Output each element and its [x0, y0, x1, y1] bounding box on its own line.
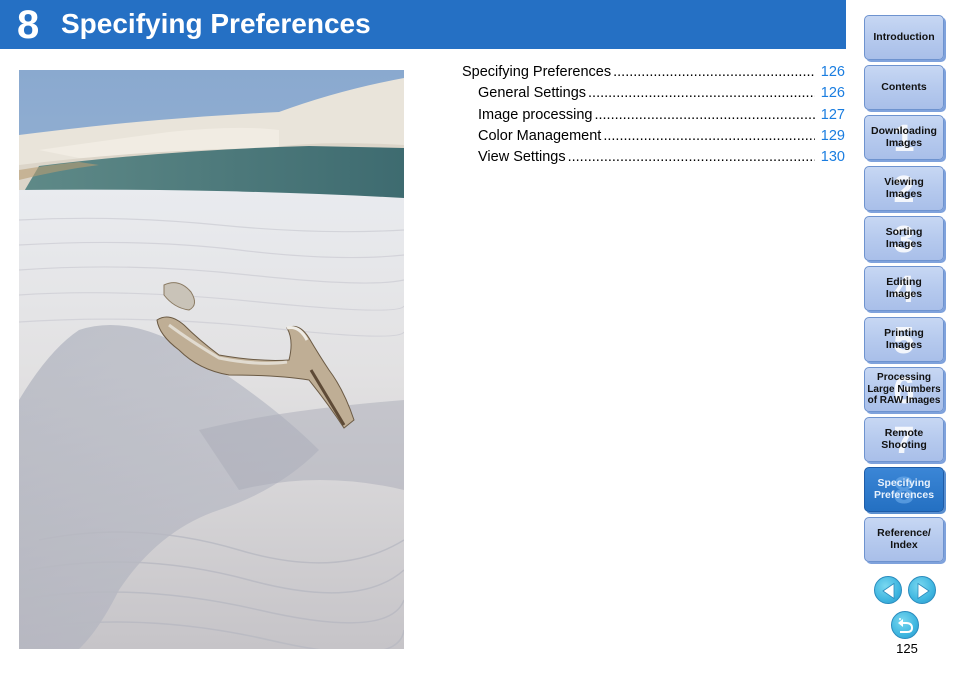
toc-leader — [594, 107, 814, 123]
toc-label: General Settings — [478, 85, 587, 102]
toc-page-link[interactable]: 127 — [821, 107, 845, 123]
toc-page-link[interactable]: 126 — [821, 85, 845, 101]
nav-label: Introduction — [873, 30, 935, 43]
toc-entry[interactable]: Specifying Preferences 126 — [462, 64, 845, 85]
toc-leader — [588, 85, 815, 101]
chapter-title: Specifying Preferences — [61, 8, 371, 39]
nav-label: Printing Images — [884, 327, 924, 351]
toc-leader — [603, 128, 814, 144]
toc-entry[interactable]: View Settings 130 — [462, 149, 845, 170]
toc-entry[interactable]: General Settings 126 — [462, 85, 845, 106]
chapter-header: 8 Specifying Preferences — [0, 0, 846, 49]
toc-label: Color Management — [478, 127, 602, 144]
nav-label: Sorting Images — [885, 226, 923, 250]
arrow-left-icon — [882, 582, 895, 600]
toc-label: View Settings — [478, 149, 566, 166]
toc-entry[interactable]: Image processing 127 — [462, 107, 845, 128]
toc-page-link[interactable]: 130 — [821, 149, 845, 165]
nav-label: Reference/ Index — [877, 527, 931, 551]
nav-specifying-preferences[interactable]: 8 Specifying Preferences — [864, 467, 944, 512]
nav-viewing-images[interactable]: 2 Viewing Images — [864, 166, 944, 211]
nav-introduction[interactable]: Introduction — [864, 15, 944, 60]
nav-label: Viewing Images — [884, 176, 924, 200]
nav-reference-index[interactable]: Reference/ Index — [864, 517, 944, 562]
toc-leader — [568, 149, 815, 165]
nav-label: Downloading Images — [871, 125, 937, 149]
toc-page-link[interactable]: 129 — [821, 128, 845, 144]
nav-processing-raw-images[interactable]: 6 Processing Large Numbers of RAW Images — [864, 367, 944, 412]
return-button[interactable] — [891, 611, 919, 639]
toc-label: Specifying Preferences — [462, 64, 612, 80]
nav-label: Remote Shooting — [881, 427, 927, 451]
toc-label: Image processing — [478, 106, 593, 123]
page-number: 125 — [896, 641, 918, 656]
nav-label: Contents — [881, 80, 927, 93]
toc-entry[interactable]: Color Management 129 — [462, 128, 845, 149]
nav-editing-images[interactable]: 4 Editing Images — [864, 266, 944, 311]
dune-driftwood-image — [19, 70, 404, 649]
nav-downloading-images[interactable]: 1 Downloading Images — [864, 115, 944, 160]
nav-sorting-images[interactable]: 3 Sorting Images — [864, 216, 944, 261]
next-page-button[interactable] — [908, 576, 936, 604]
previous-page-button[interactable] — [874, 576, 902, 604]
chapter-number: 8 — [17, 3, 40, 47]
table-of-contents: Specifying Preferences 126 General Setti… — [462, 64, 845, 170]
return-icon — [898, 618, 914, 633]
nav-label: Editing Images — [885, 276, 923, 300]
toc-leader — [613, 64, 815, 80]
nav-remote-shooting[interactable]: 7 Remote Shooting — [864, 417, 944, 462]
nav-label: Processing Large Numbers of RAW Images — [867, 372, 941, 407]
nav-printing-images[interactable]: 5 Printing Images — [864, 317, 944, 362]
nav-contents[interactable]: Contents — [864, 65, 944, 110]
chapter-photo — [19, 70, 404, 649]
arrow-right-icon — [917, 582, 930, 600]
toc-page-link[interactable]: 126 — [821, 64, 845, 80]
nav-label: Specifying Preferences — [873, 477, 935, 501]
